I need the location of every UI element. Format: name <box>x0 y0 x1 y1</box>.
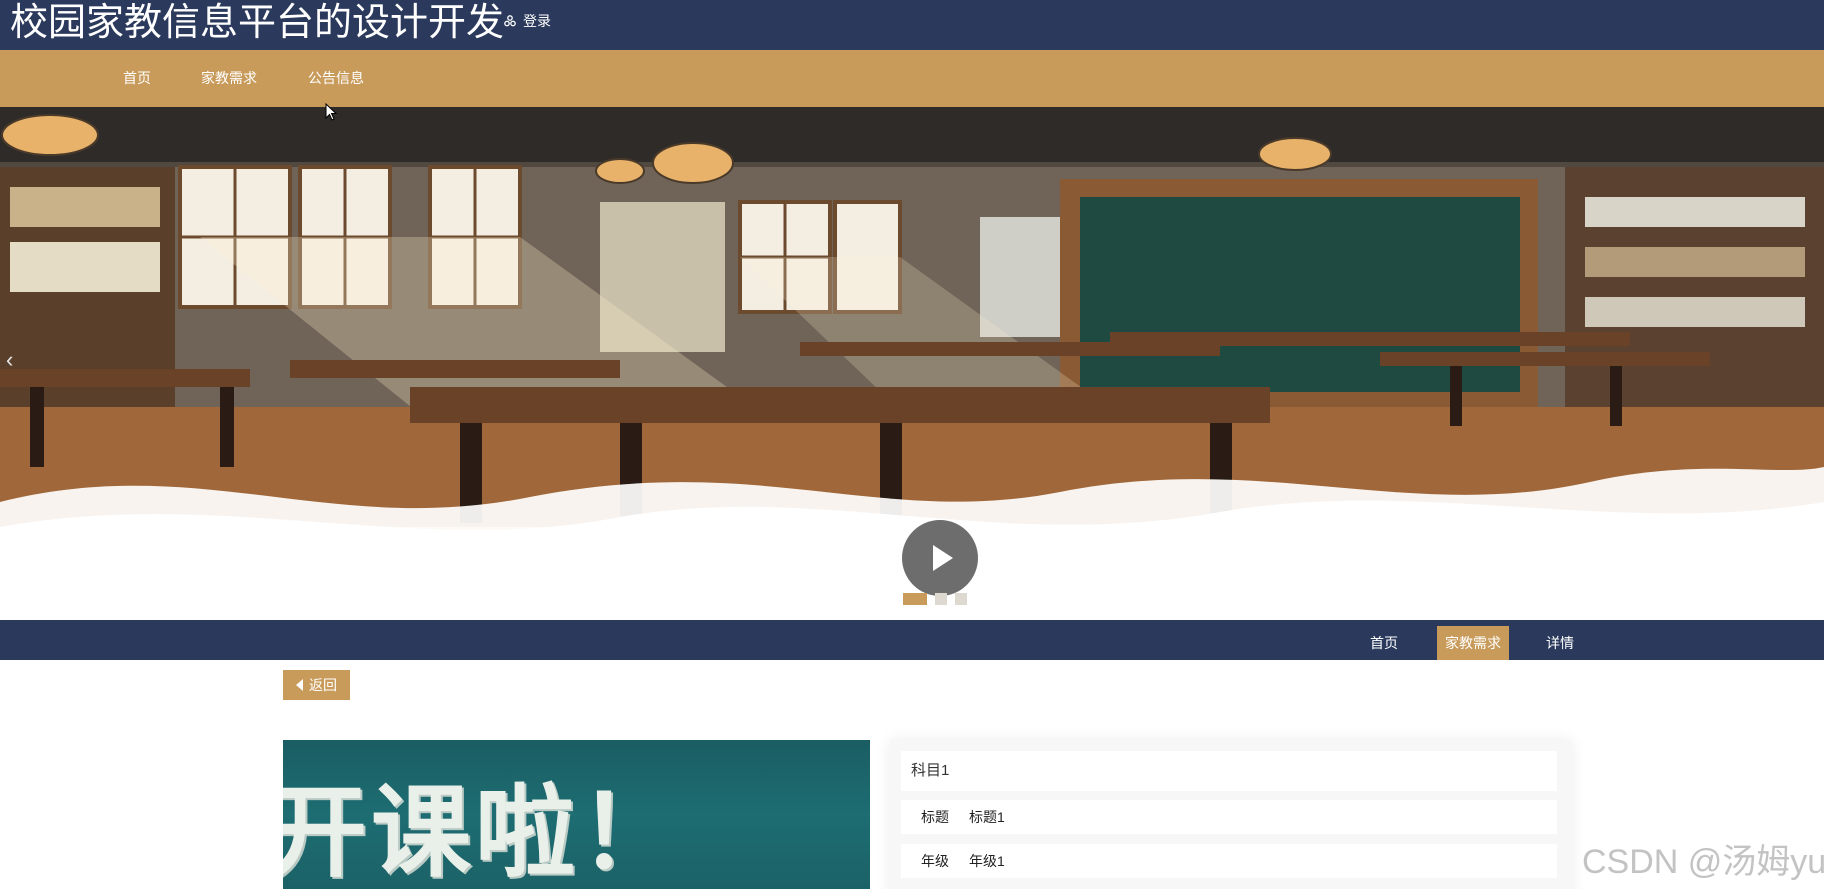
field-value: 年级1 <box>969 853 1005 869</box>
breadcrumb-tutoring-demand[interactable]: 家教需求 <box>1437 626 1509 660</box>
login-label: 登录 <box>523 13 551 29</box>
carousel-dot-2[interactable] <box>935 593 947 605</box>
user-group-icon <box>504 15 516 27</box>
detail-image-chalk-text: 开课啦！ <box>283 774 683 889</box>
banner-carousel: ‹ <box>0 107 1824 620</box>
detail-field-row: 年级 年级1 <box>901 844 1557 878</box>
breadcrumb-detail[interactable]: 详情 <box>1538 626 1582 660</box>
nav-item-announcements[interactable]: 公告信息 <box>308 50 364 107</box>
carousel-dot-3[interactable] <box>955 593 967 605</box>
field-value: 标题1 <box>969 809 1005 825</box>
top-header: 校园家教信息平台的设计开发 登录 <box>0 0 1824 50</box>
detail-subject: 科目1 <box>901 751 1557 791</box>
field-key: 标题 <box>921 809 949 825</box>
carousel-prev-arrow[interactable]: ‹ <box>6 347 13 373</box>
csdn-watermark: CSDN @汤姆yu <box>1582 843 1824 881</box>
caret-left-icon <box>296 679 303 691</box>
nav-item-home[interactable]: 首页 <box>123 50 151 107</box>
nav-item-tutoring-demand[interactable]: 家教需求 <box>201 50 257 107</box>
login-link[interactable]: 登录 <box>503 10 551 32</box>
site-title: 校园家教信息平台的设计开发 <box>10 2 505 44</box>
main-nav: 首页 家教需求 公告信息 <box>0 50 1824 107</box>
carousel-dot-1[interactable] <box>903 593 927 605</box>
back-button[interactable]: 返回 <box>283 670 350 700</box>
breadcrumb-home[interactable]: 首页 <box>1362 626 1406 660</box>
breadcrumb: 首页 家教需求 详情 <box>0 620 1824 660</box>
back-button-label: 返回 <box>309 677 337 693</box>
play-icon[interactable] <box>902 520 978 596</box>
carousel-indicators <box>903 593 967 605</box>
detail-info-panel: 科目1 标题 标题1 年级 年级1 <box>890 740 1572 889</box>
detail-image: 开课啦！ <box>283 740 870 889</box>
mouse-cursor-icon <box>325 103 337 121</box>
field-key: 年级 <box>921 853 949 869</box>
detail-field-row: 标题 标题1 <box>901 800 1557 834</box>
